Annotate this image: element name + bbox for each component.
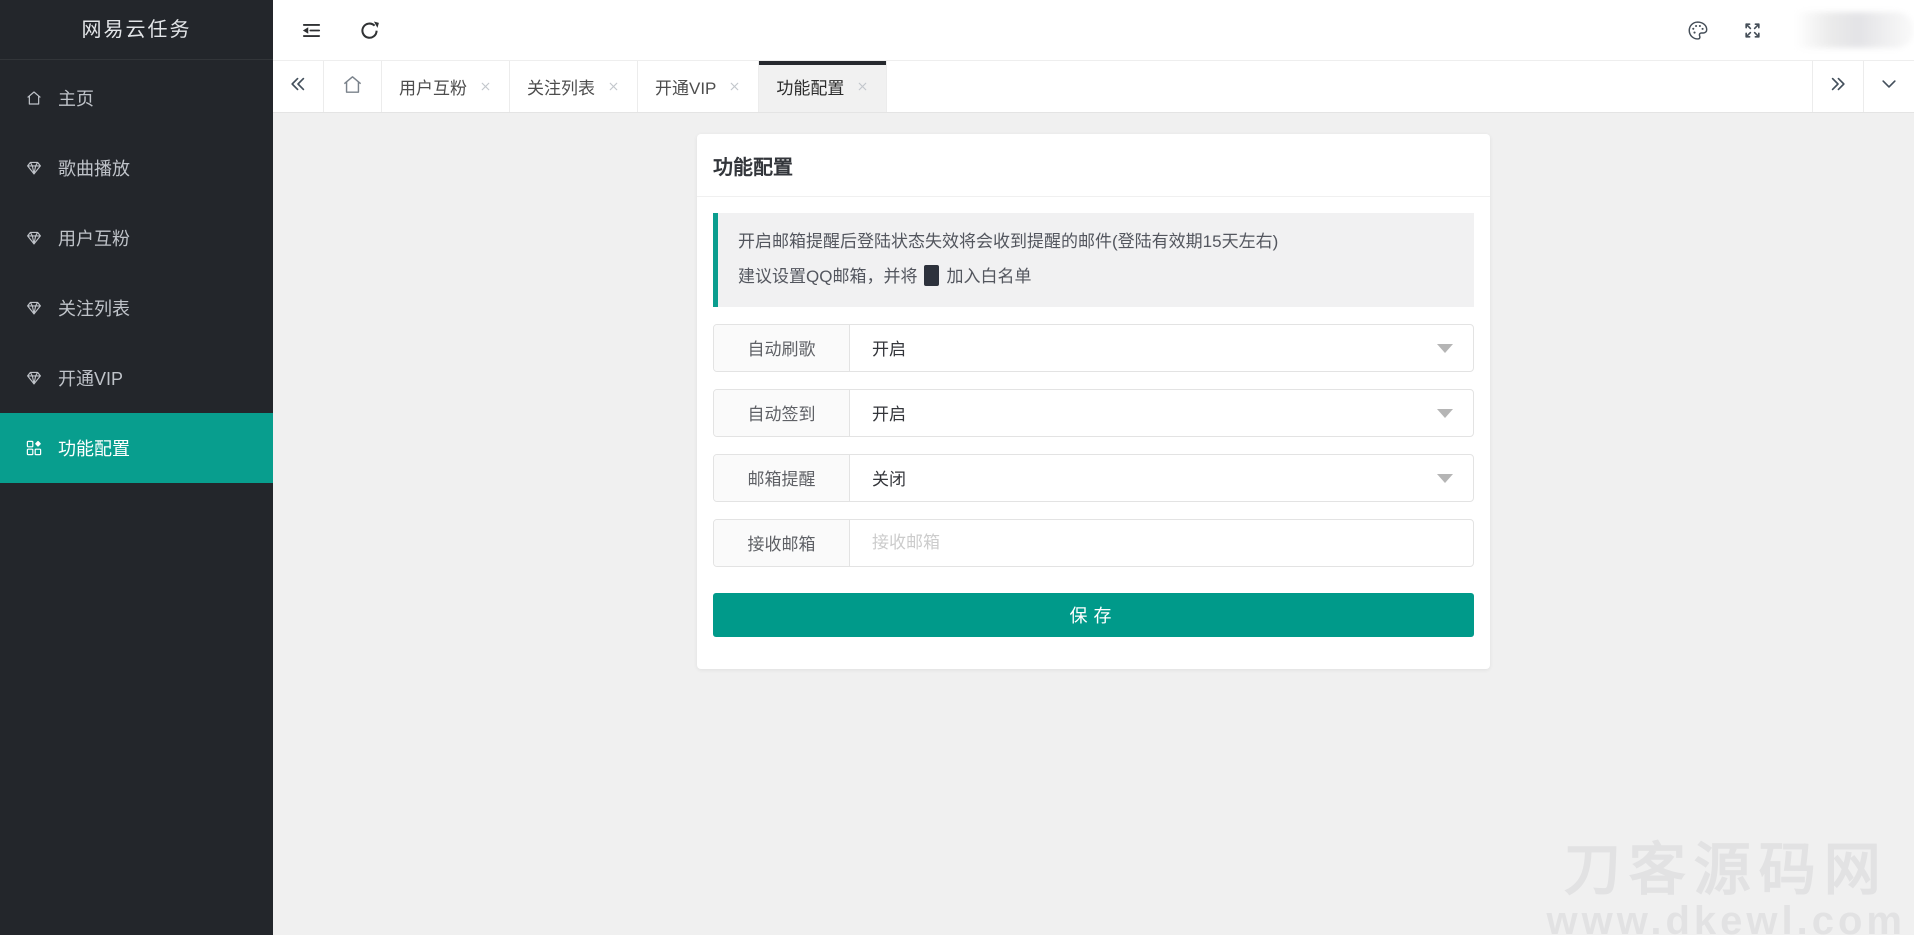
alert-line-1: 开启邮箱提醒后登陆状态失效将会收到提醒的邮件(登陆有效期15天左右) (738, 232, 1279, 251)
card-title: 功能配置 (713, 157, 793, 179)
info-alert: 开启邮箱提醒后登陆状态失效将会收到提醒的邮件(登陆有效期15天左右) 建议设置Q… (713, 213, 1474, 307)
select-value: 关闭 (872, 470, 906, 490)
gem-icon (25, 229, 43, 247)
form-row: 邮箱提醒 关闭 (713, 453, 1474, 502)
form-row: 自动签到 开启 (713, 388, 1474, 437)
sidebar-item-label: 主页 (58, 89, 94, 109)
chevron-down-icon (1879, 74, 1899, 99)
theme-palette-icon[interactable] (1686, 19, 1709, 42)
sidebar-item-label: 用户互粉 (58, 229, 130, 249)
close-icon[interactable] (856, 80, 869, 93)
receive-email-input[interactable] (850, 519, 1473, 566)
tab-label: 功能配置 (776, 79, 845, 98)
sidebar-item-home[interactable]: 主页 (0, 63, 273, 133)
alert-line-2-prefix: 建议设置QQ邮箱，并将 (738, 266, 918, 286)
app-window: 网易云任务 主页 歌曲播放 用户互粉 关注列表 开通VIP 功能配置 用户互粉 … (0, 0, 1914, 935)
component-icon (25, 439, 43, 457)
menu-fold-icon[interactable] (300, 19, 323, 42)
caret-down-icon (1437, 408, 1453, 418)
close-icon[interactable] (728, 80, 741, 93)
tab-label: 开通VIP (655, 79, 717, 98)
feature-config-card: 功能配置 开启邮箱提醒后登陆状态失效将会收到提醒的邮件(登陆有效期15天左右) … (697, 134, 1490, 669)
sidebar-item-user-fans[interactable]: 用户互粉 (0, 203, 273, 273)
topbar-right (1686, 12, 1914, 48)
caret-down-icon (1437, 473, 1453, 483)
sidebar-item-label: 关注列表 (58, 299, 130, 319)
alert-line-2-suffix: 加入白名单 (946, 266, 1032, 286)
sidebar-item-label: 开通VIP (58, 369, 124, 389)
form-label: 接收邮箱 (714, 519, 850, 566)
sidebar-item-feature-config[interactable]: 功能配置 (0, 413, 273, 483)
sidebar-item-label: 歌曲播放 (58, 159, 130, 179)
card-body: 开启邮箱提醒后登陆状态失效将会收到提醒的邮件(登陆有效期15天左右) 建议设置Q… (697, 213, 1490, 637)
tab-follow-list[interactable]: 关注列表 (510, 61, 638, 112)
tab-home[interactable] (324, 61, 382, 112)
chevrons-right-icon (1828, 74, 1848, 99)
save-button[interactable]: 保存 (713, 592, 1474, 637)
tab-open-vip[interactable]: 开通VIP (638, 61, 760, 112)
tab-label: 用户互粉 (399, 79, 467, 98)
sidebar-item-song-play[interactable]: 歌曲播放 (0, 133, 273, 203)
topbar (273, 0, 1914, 60)
home-icon (341, 73, 364, 101)
content-area: 功能配置 开启邮箱提醒后登陆状态失效将会收到提醒的邮件(登陆有效期15天左右) … (273, 113, 1914, 935)
topbar-left (273, 19, 381, 42)
sidebar-menu: 主页 歌曲播放 用户互粉 关注列表 开通VIP 功能配置 (0, 60, 273, 483)
gem-icon (25, 159, 43, 177)
form-label: 邮箱提醒 (714, 454, 850, 501)
select-value: 开启 (872, 340, 906, 360)
sidebar-item-open-vip[interactable]: 开通VIP (0, 343, 273, 413)
tab-bar: 用户互粉 关注列表 开通VIP 功能配置 (273, 60, 1914, 113)
auto-play-song-select[interactable]: 开启 (850, 325, 1473, 371)
tab-feature-config[interactable]: 功能配置 (759, 61, 888, 112)
refresh-icon[interactable] (358, 19, 381, 42)
chevrons-left-icon (288, 74, 308, 99)
form-label: 自动刷歌 (714, 324, 850, 371)
redacted-block (924, 264, 940, 286)
gem-icon (25, 369, 43, 387)
site-watermark: 刀客源码网 www.dkewl.com (1547, 842, 1906, 935)
watermark-title: 刀客源码网 (1563, 838, 1889, 902)
home-icon (25, 89, 43, 107)
main-column: 用户互粉 关注列表 开通VIP 功能配置 功能配置 开启邮箱提醒后登陆状态失效将… (273, 0, 1914, 935)
auto-checkin-select[interactable]: 开启 (850, 390, 1473, 436)
fullscreen-icon[interactable] (1741, 19, 1764, 42)
select-value: 开启 (872, 405, 906, 425)
watermark-url: www.dkewl.com (1546, 899, 1906, 935)
sidebar: 网易云任务 主页 歌曲播放 用户互粉 关注列表 开通VIP 功能配置 (0, 0, 273, 935)
form-label: 自动签到 (714, 389, 850, 436)
email-remind-select[interactable]: 关闭 (850, 455, 1473, 501)
form-row: 接收邮箱 (713, 518, 1474, 567)
close-icon[interactable] (479, 80, 492, 93)
close-icon[interactable] (607, 80, 620, 93)
alert-line-2: 建议设置QQ邮箱，并将 加入白名单 (738, 260, 1454, 295)
caret-down-icon (1437, 343, 1453, 353)
sidebar-item-label: 功能配置 (58, 439, 130, 459)
tabs-scroll-left-button[interactable] (273, 61, 324, 112)
user-account-blurred[interactable] (1798, 12, 1914, 48)
card-header: 功能配置 (697, 134, 1490, 197)
app-title: 网易云任务 (0, 0, 273, 60)
tabs-scroll-right-button[interactable] (1812, 61, 1863, 112)
gem-icon (25, 299, 43, 317)
tabs-menu-button[interactable] (1863, 61, 1914, 112)
tabbar-spacer (887, 61, 1812, 112)
tab-label: 关注列表 (527, 79, 595, 98)
tab-user-fans[interactable]: 用户互粉 (382, 61, 510, 112)
sidebar-item-follow-list[interactable]: 关注列表 (0, 273, 273, 343)
form-row: 自动刷歌 开启 (713, 323, 1474, 372)
